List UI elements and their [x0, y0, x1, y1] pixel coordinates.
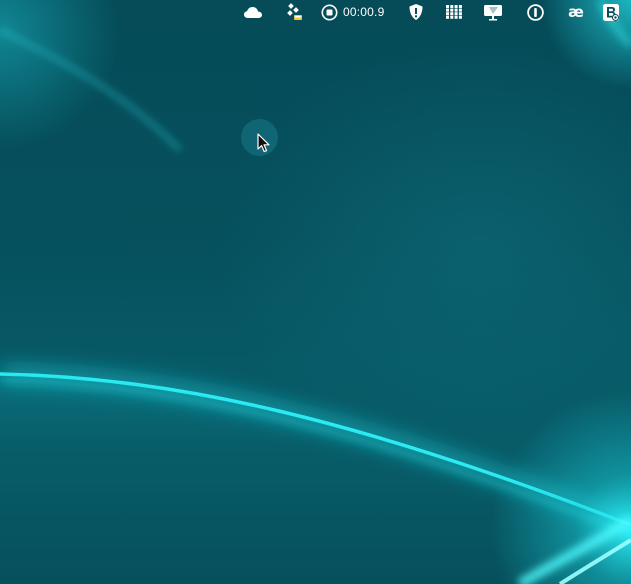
screen-recording-status[interactable]: 00:00.9: [321, 0, 391, 24]
shield-alert-icon[interactable]: [406, 0, 426, 24]
wallpaper-wave: [0, 0, 631, 584]
menu-bar: 00:00.9 æ: [0, 0, 631, 24]
grid-apps-icon[interactable]: [445, 0, 463, 24]
onepassword-icon[interactable]: [525, 0, 545, 24]
desktop-wallpaper: [0, 0, 631, 584]
creative-cloud-icon[interactable]: [242, 0, 264, 24]
bartender-icon[interactable]: [601, 0, 621, 24]
screen-recording-icon: [321, 4, 338, 20]
recording-timer: 00:00.9: [343, 5, 385, 19]
dropzone-icon[interactable]: [284, 0, 304, 24]
mouse-pointer-icon: [257, 133, 270, 153]
display-icon[interactable]: [482, 0, 504, 24]
keyboard-input-icon[interactable]: æ: [565, 0, 587, 24]
